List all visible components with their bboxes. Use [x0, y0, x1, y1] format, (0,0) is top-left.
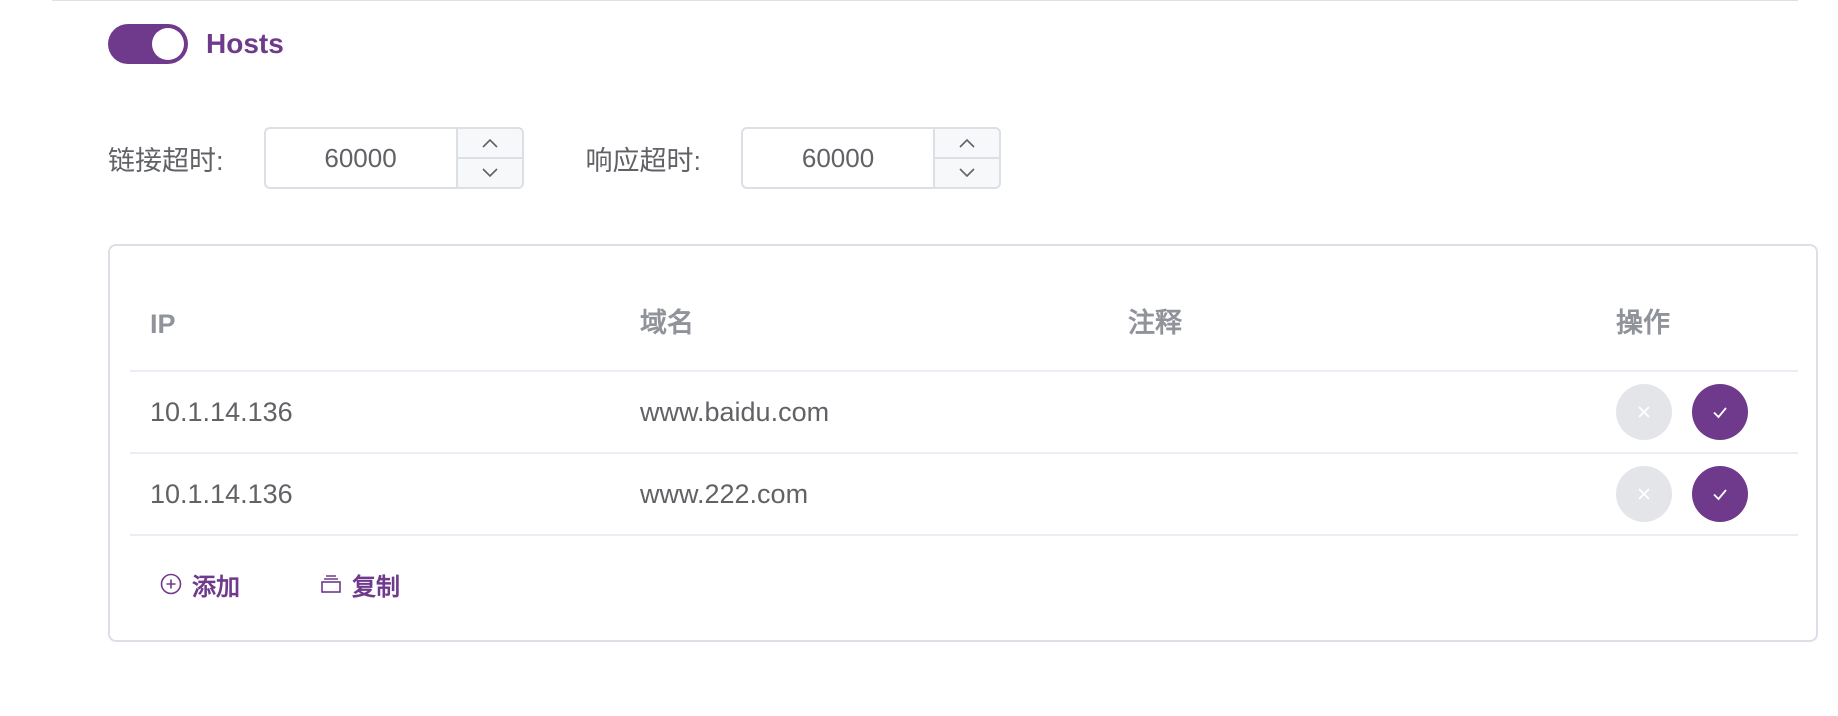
header-domain: 域名: [640, 308, 694, 338]
row-ip[interactable]: 10.1.14.136: [130, 397, 620, 428]
add-row-label: 添加: [192, 573, 240, 601]
row-confirm-button[interactable]: [1692, 384, 1748, 440]
chevron-up-icon: [481, 138, 498, 148]
row-ip[interactable]: 10.1.14.136: [130, 479, 620, 510]
response-timeout-label: 响应超时:: [585, 145, 702, 176]
toggle-knob: [152, 28, 184, 60]
header-operation: 操作: [1616, 308, 1670, 338]
row-operations: [1596, 384, 1798, 440]
timeout-settings: 链接超时: 60000 响应超时: 60000: [108, 127, 1002, 189]
hosts-toggle-label: Hosts: [206, 28, 284, 59]
connect-timeout-increase[interactable]: [457, 129, 522, 159]
close-icon: [1638, 406, 1650, 418]
row-cancel-button[interactable]: [1616, 466, 1672, 522]
hosts-toggle[interactable]: [108, 24, 188, 64]
response-timeout-steps: [935, 129, 1000, 187]
table-actions: 添加 复制: [130, 536, 1798, 632]
hosts-switch-row: Hosts: [108, 24, 284, 64]
copy-label: 复制: [352, 573, 400, 601]
response-timeout-decrease[interactable]: [935, 159, 999, 187]
check-icon: [1713, 489, 1727, 501]
connect-timeout-steps: [457, 129, 522, 187]
hosts-table: IP 域名 注释 操作 10.1.14.136 www.baidu.com 10…: [130, 246, 1798, 632]
connect-timeout-label: 链接超时:: [108, 145, 224, 176]
row-cancel-button[interactable]: [1616, 384, 1672, 440]
header-ip: IP: [150, 309, 176, 339]
close-icon: [1638, 488, 1650, 500]
plus-circle-icon: [160, 573, 182, 595]
copy-button[interactable]: 复制: [320, 567, 400, 602]
chevron-up-icon: [959, 138, 975, 148]
hosts-card: IP 域名 注释 操作 10.1.14.136 www.baidu.com 10…: [108, 244, 1818, 642]
table-header: IP 域名 注释 操作: [130, 246, 1798, 372]
check-icon: [1713, 407, 1727, 419]
chevron-down-icon: [959, 168, 975, 178]
header-note: 注释: [1128, 308, 1182, 338]
connect-timeout-input[interactable]: 60000: [266, 129, 458, 187]
copy-icon: [321, 575, 341, 593]
response-timeout-stepper: 60000: [741, 127, 1002, 189]
connect-timeout-stepper: 60000: [263, 127, 524, 189]
row-confirm-button[interactable]: [1692, 466, 1748, 522]
row-domain[interactable]: www.222.com: [620, 479, 1108, 510]
top-divider: [52, 0, 1798, 1]
row-operations: [1596, 466, 1798, 522]
response-timeout-input[interactable]: 60000: [743, 129, 936, 187]
chevron-down-icon: [481, 168, 498, 178]
row-domain[interactable]: www.baidu.com: [620, 397, 1108, 428]
add-row-button[interactable]: 添加: [160, 567, 240, 602]
table-row: 10.1.14.136 www.baidu.com: [130, 372, 1798, 454]
response-timeout-increase[interactable]: [935, 129, 1000, 159]
connect-timeout-decrease[interactable]: [458, 159, 522, 187]
table-row: 10.1.14.136 www.222.com: [130, 454, 1798, 536]
